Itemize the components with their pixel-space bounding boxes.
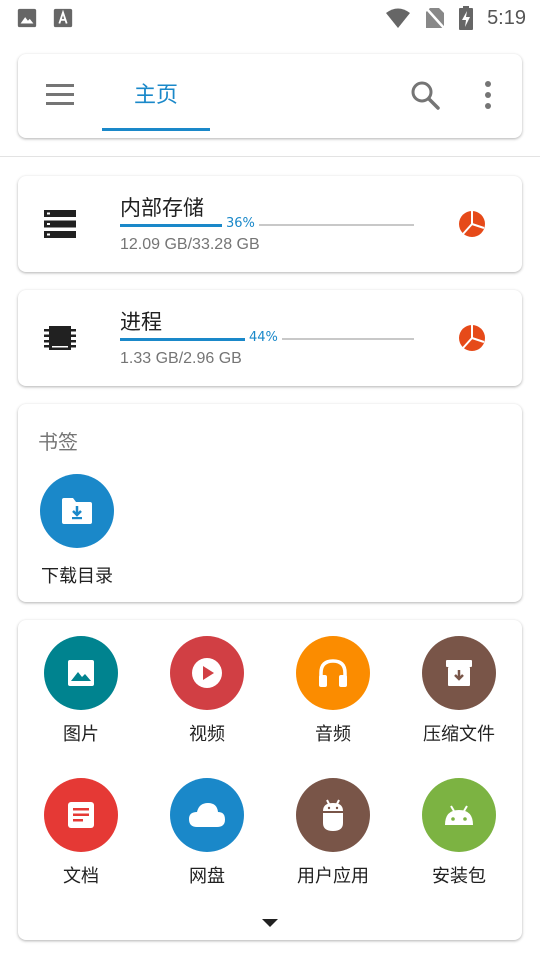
process-usage: 1.33 GB/2.96 GB [120,350,242,367]
text-a-icon [53,8,73,28]
category-label: 安装包 [432,866,486,887]
archive-icon [446,660,472,686]
wifi-icon [386,8,411,28]
category-video-circle [170,636,244,710]
storage-usage: 12.09 GB/33.28 GB [120,236,260,253]
storage-icon [44,210,76,238]
headphones-icon [319,659,347,687]
category-label: 文档 [63,866,99,887]
category-label: 视频 [189,724,225,745]
android-app-icon [323,799,343,831]
menu-icon[interactable] [44,82,76,108]
category-documents[interactable]: 文档 [26,778,136,896]
process-progress-fill [120,337,249,341]
bookmark-download-circle [40,474,114,548]
image-icon [68,660,94,686]
storage-percent: 36% [222,216,259,232]
process-memory-card[interactable]: 进程 44% 1.33 GB/2.96 GB [18,290,522,386]
category-label: 图片 [63,724,99,745]
category-audio[interactable]: 音频 [278,636,388,754]
category-audio-circle [296,636,370,710]
category-label: 压缩文件 [423,724,495,745]
battery-charging-icon [459,6,474,30]
category-video[interactable]: 视频 [152,636,262,754]
bookmarks-card: 书签 下载目录 [18,404,522,602]
android-icon [445,805,473,825]
bookmarks-title: 书签 [38,430,78,454]
category-images[interactable]: 图片 [26,636,136,754]
more-vert-icon[interactable] [480,80,496,110]
process-title: 进程 [120,310,162,334]
tab-indicator [102,128,210,131]
status-bar: 5:19 [0,0,540,36]
category-images-circle [44,636,118,710]
status-left [16,7,74,29]
category-apk[interactable]: 安装包 [404,778,514,896]
bookmark-label: 下载目录 [41,566,113,587]
tab-home-label: 主页 [133,83,178,108]
internal-storage-card[interactable]: 内部存储 36% 12.09 GB/33.28 GB [18,176,522,272]
category-archives[interactable]: 压缩文件 [404,636,514,754]
divider [0,156,540,157]
category-user-apps-circle [296,778,370,852]
pie-chart-icon[interactable] [458,324,486,352]
category-cloud[interactable]: 网盘 [152,778,262,896]
category-documents-circle [44,778,118,852]
category-label: 用户应用 [297,866,369,887]
storage-progress-fill [120,223,226,227]
no-sim-icon [425,7,445,29]
tab-home[interactable]: 主页 [102,54,210,132]
storage-title: 内部存储 [120,196,204,220]
category-cloud-circle [170,778,244,852]
category-label: 音频 [315,724,351,745]
status-time: 5:19 [487,6,526,29]
process-progress: 44% [120,330,414,346]
document-icon [68,802,94,828]
category-label: 网盘 [189,866,225,887]
image-icon [17,8,37,28]
bookmark-download[interactable]: 下载目录 [32,474,122,590]
category-archives-circle [422,636,496,710]
status-right: 5:19 [385,6,526,30]
expand-more-icon[interactable] [258,916,282,930]
process-percent: 44% [245,330,282,346]
play-icon [192,658,222,688]
toolbar: 主页 [18,54,522,138]
categories-card: 图片 视频 音频 压缩文件 文档 网盘 用户应用 安装包 [18,620,522,940]
memory-chip-icon [44,326,76,350]
download-folder-icon [62,498,92,524]
storage-progress: 36% [120,216,414,232]
cloud-icon [189,803,225,827]
pie-chart-icon[interactable] [458,210,486,238]
category-user-apps[interactable]: 用户应用 [278,778,388,896]
category-apk-circle [422,778,496,852]
search-icon[interactable] [410,80,440,110]
